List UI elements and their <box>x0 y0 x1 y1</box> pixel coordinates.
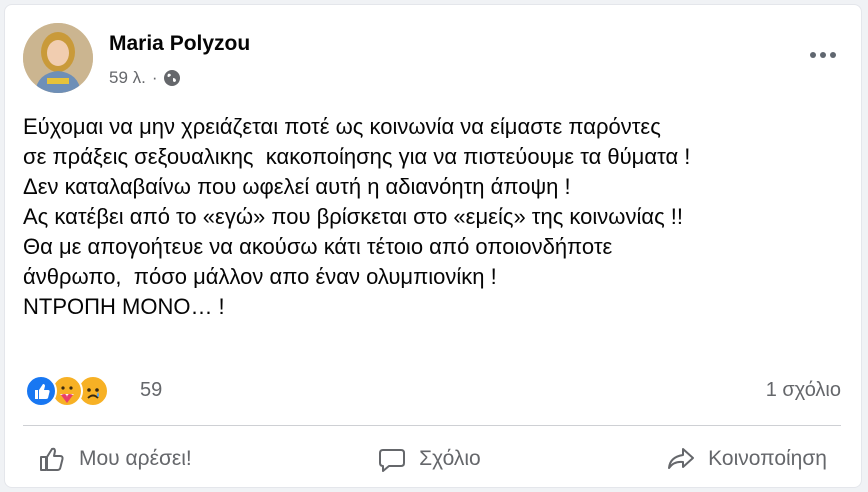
share-icon <box>668 448 695 469</box>
post-text-line: Δεν καταλαβαίνω που ωφελεί αυτή η αδιανό… <box>23 174 571 199</box>
post-text: Εύχομαι να μην χρειάζεται ποτέ ως κοινων… <box>23 112 853 322</box>
reaction-icons[interactable] <box>25 375 121 407</box>
globe-icon[interactable] <box>163 69 181 87</box>
comment-label: Σχόλιο <box>419 447 481 470</box>
post-card: Maria Polyzou 59 λ. · Εύχομαι να μην χρε… <box>4 4 862 488</box>
post-text-line: ΝΤΡΟΠΗ ΜΟΝΟ… ! <box>23 294 225 319</box>
like-reaction-icon <box>25 375 57 407</box>
post-meta: 59 λ. · <box>109 68 181 88</box>
author-name[interactable]: Maria Polyzou <box>109 32 250 56</box>
author-avatar[interactable] <box>23 23 93 93</box>
comment-icon <box>379 449 406 472</box>
more-dot <box>810 52 816 58</box>
reaction-count[interactable]: 59 <box>140 379 162 402</box>
post-header: Maria Polyzou 59 λ. · <box>23 22 843 96</box>
comment-count[interactable]: 1 σχόλιο <box>766 379 841 402</box>
like-button[interactable]: Μου αρέσει! <box>23 437 206 481</box>
post-text-line: σε πράξεις σεξουαλικης κακοποίησης για ν… <box>23 144 691 169</box>
post-text-line: άνθρωπο, πόσο μάλλον απο έναν ολυμπιονίκ… <box>23 264 497 289</box>
post-text-line: Εύχομαι να μην χρειάζεται ποτέ ως κοινων… <box>23 114 661 139</box>
post-text-line: Θα με απογοήτευε να ακούσω κάτι τέτοιο α… <box>23 234 613 259</box>
like-label: Μου αρέσει! <box>79 447 192 470</box>
more-dot <box>830 52 836 58</box>
share-label: Κοινοποίηση <box>708 447 827 470</box>
post-time[interactable]: 59 λ. <box>109 68 146 88</box>
comment-button[interactable]: Σχόλιο <box>363 437 495 481</box>
thumbs-up-icon <box>40 447 64 471</box>
post-actions: Μου αρέσει! Σχόλιο Κοινοποίηση <box>23 433 841 485</box>
more-options-button[interactable] <box>803 42 843 68</box>
more-dot <box>820 52 826 58</box>
divider <box>23 425 841 426</box>
reactions-bar: 59 1 σχόλιο <box>23 374 845 408</box>
post-text-line: Ας κατέβει από το «εγώ» που βρίσκεται στ… <box>23 204 684 229</box>
meta-separator: · <box>151 68 158 87</box>
share-button[interactable]: Κοινοποίηση <box>652 437 841 481</box>
